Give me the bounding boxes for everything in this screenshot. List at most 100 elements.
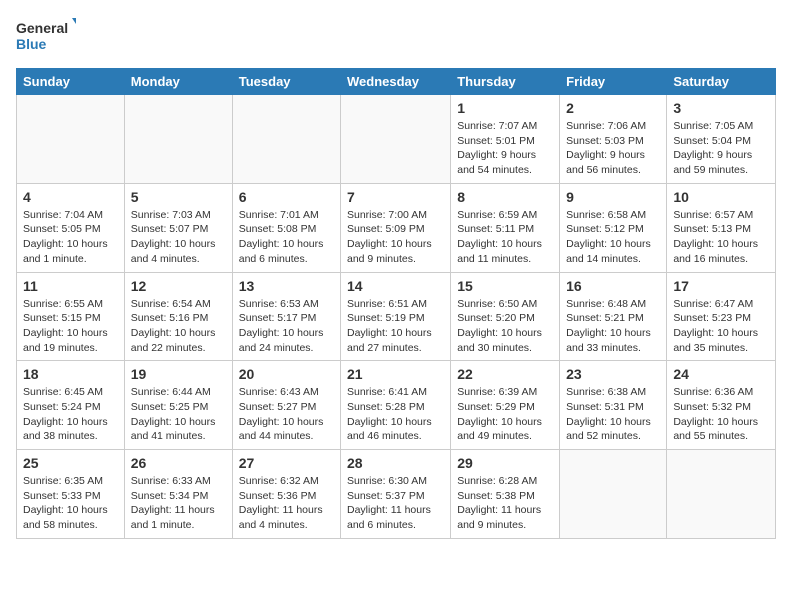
- calendar-cell: [667, 450, 776, 539]
- calendar-cell: 7 Sunrise: 7:00 AMSunset: 5:09 PMDaylight…: [341, 183, 451, 272]
- day-info: Sunrise: 6:32 AMSunset: 5:36 PMDaylight:…: [239, 474, 334, 533]
- day-number: 19: [131, 366, 226, 382]
- day-info: Sunrise: 6:35 AMSunset: 5:33 PMDaylight:…: [23, 474, 118, 533]
- day-info: Sunrise: 6:48 AMSunset: 5:21 PMDaylight:…: [566, 297, 660, 356]
- day-number: 8: [457, 189, 553, 205]
- day-info: Sunrise: 6:28 AMSunset: 5:38 PMDaylight:…: [457, 474, 553, 533]
- page-header: General Blue: [16, 16, 776, 56]
- day-of-week-header: Sunday: [17, 69, 125, 95]
- day-number: 14: [347, 278, 444, 294]
- day-number: 15: [457, 278, 553, 294]
- calendar-cell: 28 Sunrise: 6:30 AMSunset: 5:37 PMDayligh…: [341, 450, 451, 539]
- day-number: 4: [23, 189, 118, 205]
- calendar-cell: [560, 450, 667, 539]
- day-of-week-header: Friday: [560, 69, 667, 95]
- calendar-cell: 1 Sunrise: 7:07 AMSunset: 5:01 PMDaylight…: [451, 95, 560, 184]
- day-info: Sunrise: 6:53 AMSunset: 5:17 PMDaylight:…: [239, 297, 334, 356]
- day-info: Sunrise: 6:47 AMSunset: 5:23 PMDaylight:…: [673, 297, 769, 356]
- calendar-week-row: 11 Sunrise: 6:55 AMSunset: 5:15 PMDayligh…: [17, 272, 776, 361]
- day-info: Sunrise: 6:43 AMSunset: 5:27 PMDaylight:…: [239, 385, 334, 444]
- logo: General Blue: [16, 16, 76, 56]
- calendar-cell: 3Sunrise: 7:05 AMSunset: 5:04 PMDaylight…: [667, 95, 776, 184]
- day-number: 10: [673, 189, 769, 205]
- day-info: Sunrise: 7:00 AMSunset: 5:09 PMDaylight:…: [347, 208, 444, 267]
- day-info: Sunrise: 7:07 AMSunset: 5:01 PMDaylight:…: [457, 119, 553, 178]
- day-info: Sunrise: 7:01 AMSunset: 5:08 PMDaylight:…: [239, 208, 334, 267]
- logo-svg: General Blue: [16, 16, 76, 56]
- day-info: Sunrise: 6:51 AMSunset: 5:19 PMDaylight:…: [347, 297, 444, 356]
- calendar-week-row: 18 Sunrise: 6:45 AMSunset: 5:24 PMDayligh…: [17, 361, 776, 450]
- day-number: 2: [566, 100, 660, 116]
- day-of-week-header: Tuesday: [232, 69, 340, 95]
- day-number: 23: [566, 366, 660, 382]
- calendar-header-row: SundayMondayTuesdayWednesdayThursdayFrid…: [17, 69, 776, 95]
- day-info: Sunrise: 7:06 AMSunset: 5:03 PMDaylight:…: [566, 119, 660, 178]
- calendar-cell: [341, 95, 451, 184]
- calendar-cell: 27 Sunrise: 6:32 AMSunset: 5:36 PMDayligh…: [232, 450, 340, 539]
- day-number: 7: [347, 189, 444, 205]
- day-number: 28: [347, 455, 444, 471]
- calendar-cell: 5Sunrise: 7:03 AMSunset: 5:07 PMDaylight…: [124, 183, 232, 272]
- calendar-cell: 11 Sunrise: 6:55 AMSunset: 5:15 PMDayligh…: [17, 272, 125, 361]
- day-number: 22: [457, 366, 553, 382]
- day-info: Sunrise: 7:05 AMSunset: 5:04 PMDaylight:…: [673, 119, 769, 178]
- day-number: 20: [239, 366, 334, 382]
- calendar-week-row: 4 Sunrise: 7:04 AMSunset: 5:05 PMDaylight…: [17, 183, 776, 272]
- day-info: Sunrise: 6:54 AMSunset: 5:16 PMDaylight:…: [131, 297, 226, 356]
- day-number: 29: [457, 455, 553, 471]
- day-number: 18: [23, 366, 118, 382]
- calendar-cell: 29 Sunrise: 6:28 AMSunset: 5:38 PMDayligh…: [451, 450, 560, 539]
- day-info: Sunrise: 6:50 AMSunset: 5:20 PMDaylight:…: [457, 297, 553, 356]
- calendar-cell: 26Sunrise: 6:33 AMSunset: 5:34 PMDayligh…: [124, 450, 232, 539]
- calendar-table: SundayMondayTuesdayWednesdayThursdayFrid…: [16, 68, 776, 539]
- calendar-cell: [17, 95, 125, 184]
- svg-text:General: General: [16, 20, 68, 36]
- calendar-cell: 12 Sunrise: 6:54 AMSunset: 5:16 PMDayligh…: [124, 272, 232, 361]
- day-info: Sunrise: 6:38 AMSunset: 5:31 PMDaylight:…: [566, 385, 660, 444]
- day-info: Sunrise: 6:41 AMSunset: 5:28 PMDaylight:…: [347, 385, 444, 444]
- calendar-cell: 22 Sunrise: 6:39 AMSunset: 5:29 PMDayligh…: [451, 361, 560, 450]
- calendar-cell: 9Sunrise: 6:58 AMSunset: 5:12 PMDaylight…: [560, 183, 667, 272]
- calendar-cell: 8 Sunrise: 6:59 AMSunset: 5:11 PMDaylight…: [451, 183, 560, 272]
- calendar-cell: 23 Sunrise: 6:38 AMSunset: 5:31 PMDayligh…: [560, 361, 667, 450]
- day-info: Sunrise: 6:44 AMSunset: 5:25 PMDaylight:…: [131, 385, 226, 444]
- calendar-cell: 2 Sunrise: 7:06 AMSunset: 5:03 PMDaylight…: [560, 95, 667, 184]
- day-number: 25: [23, 455, 118, 471]
- day-number: 26: [131, 455, 226, 471]
- day-info: Sunrise: 6:30 AMSunset: 5:37 PMDaylight:…: [347, 474, 444, 533]
- calendar-cell: 20 Sunrise: 6:43 AMSunset: 5:27 PMDayligh…: [232, 361, 340, 450]
- day-number: 1: [457, 100, 553, 116]
- calendar-cell: 10 Sunrise: 6:57 AMSunset: 5:13 PMDayligh…: [667, 183, 776, 272]
- calendar-week-row: 1 Sunrise: 7:07 AMSunset: 5:01 PMDaylight…: [17, 95, 776, 184]
- day-number: 17: [673, 278, 769, 294]
- day-number: 13: [239, 278, 334, 294]
- calendar-cell: 19 Sunrise: 6:44 AMSunset: 5:25 PMDayligh…: [124, 361, 232, 450]
- calendar-cell: 17 Sunrise: 6:47 AMSunset: 5:23 PMDayligh…: [667, 272, 776, 361]
- day-of-week-header: Wednesday: [341, 69, 451, 95]
- calendar-cell: 6 Sunrise: 7:01 AMSunset: 5:08 PMDaylight…: [232, 183, 340, 272]
- calendar-cell: [232, 95, 340, 184]
- day-number: 27: [239, 455, 334, 471]
- day-number: 11: [23, 278, 118, 294]
- day-number: 12: [131, 278, 226, 294]
- day-info: Sunrise: 6:59 AMSunset: 5:11 PMDaylight:…: [457, 208, 553, 267]
- svg-text:Blue: Blue: [16, 36, 47, 52]
- day-of-week-header: Saturday: [667, 69, 776, 95]
- day-of-week-header: Thursday: [451, 69, 560, 95]
- day-number: 6: [239, 189, 334, 205]
- day-info: Sunrise: 6:39 AMSunset: 5:29 PMDaylight:…: [457, 385, 553, 444]
- calendar-cell: 21 Sunrise: 6:41 AMSunset: 5:28 PMDayligh…: [341, 361, 451, 450]
- day-info: Sunrise: 7:04 AMSunset: 5:05 PMDaylight:…: [23, 208, 118, 267]
- day-number: 24: [673, 366, 769, 382]
- day-info: Sunrise: 6:45 AMSunset: 5:24 PMDaylight:…: [23, 385, 118, 444]
- calendar-cell: 15 Sunrise: 6:50 AMSunset: 5:20 PMDayligh…: [451, 272, 560, 361]
- calendar-cell: [124, 95, 232, 184]
- calendar-cell: 25 Sunrise: 6:35 AMSunset: 5:33 PMDayligh…: [17, 450, 125, 539]
- day-info: Sunrise: 6:57 AMSunset: 5:13 PMDaylight:…: [673, 208, 769, 267]
- calendar-cell: 16Sunrise: 6:48 AMSunset: 5:21 PMDayligh…: [560, 272, 667, 361]
- day-of-week-header: Monday: [124, 69, 232, 95]
- day-number: 21: [347, 366, 444, 382]
- day-number: 5: [131, 189, 226, 205]
- calendar-cell: 13 Sunrise: 6:53 AMSunset: 5:17 PMDayligh…: [232, 272, 340, 361]
- day-info: Sunrise: 6:55 AMSunset: 5:15 PMDaylight:…: [23, 297, 118, 356]
